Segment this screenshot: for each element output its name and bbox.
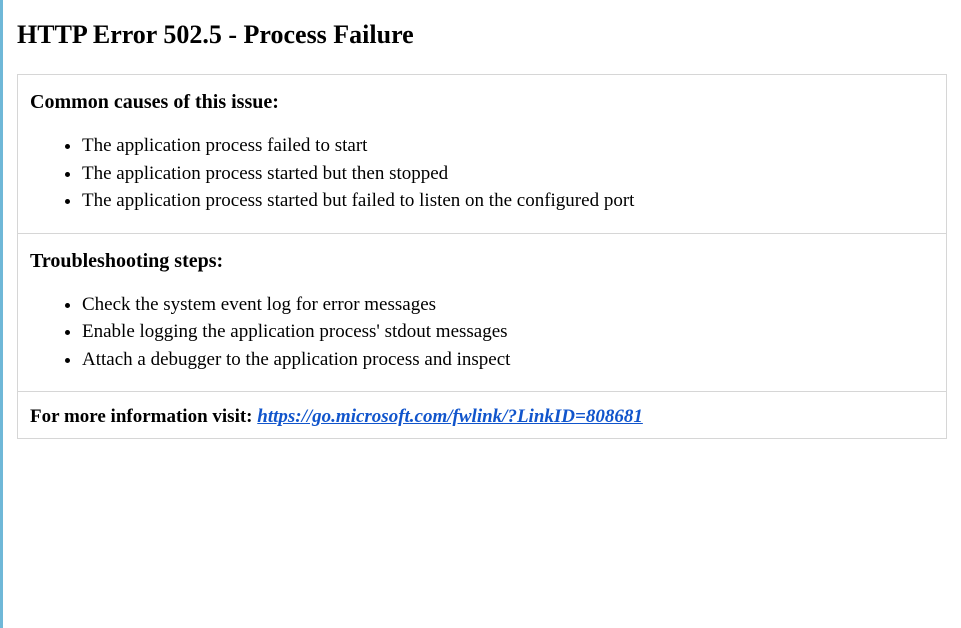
troubleshooting-heading: Troubleshooting steps: (30, 250, 934, 273)
list-item: Enable logging the application process' … (82, 318, 934, 346)
common-causes-heading: Common causes of this issue: (30, 91, 934, 114)
list-item: The application process started but fail… (82, 187, 934, 215)
more-info-label: For more information visit: (30, 406, 257, 427)
common-causes-section: Common causes of this issue: The applica… (18, 75, 946, 233)
info-box: Common causes of this issue: The applica… (17, 74, 947, 439)
list-item: Attach a debugger to the application pro… (82, 346, 934, 374)
list-item: The application process failed to start (82, 132, 934, 160)
more-info-section: For more information visit: https://go.m… (18, 391, 946, 438)
list-item: Check the system event log for error mes… (82, 291, 934, 319)
list-item: The application process started but then… (82, 160, 934, 188)
common-causes-list: The application process failed to start … (30, 132, 934, 215)
error-title: HTTP Error 502.5 - Process Failure (17, 20, 947, 50)
troubleshooting-list: Check the system event log for error mes… (30, 291, 934, 374)
more-info-link[interactable]: https://go.microsoft.com/fwlink/?LinkID=… (257, 406, 643, 427)
page-container: HTTP Error 502.5 - Process Failure Commo… (0, 0, 961, 628)
troubleshooting-section: Troubleshooting steps: Check the system … (18, 233, 946, 392)
